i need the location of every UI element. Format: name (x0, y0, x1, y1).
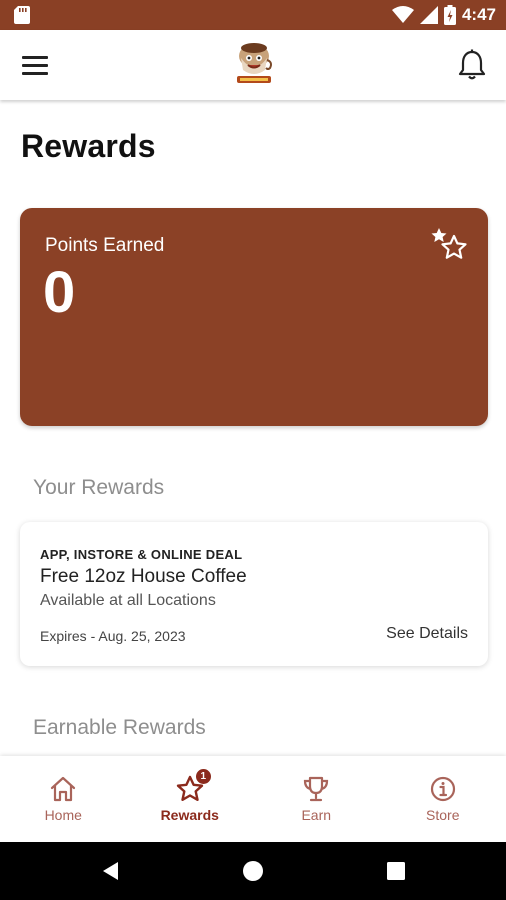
recents-square-icon[interactable] (385, 860, 407, 882)
status-time: 4:47 (461, 5, 496, 24)
hamburger-menu-icon[interactable] (18, 50, 52, 80)
bell-icon[interactable] (456, 48, 488, 82)
reward-name: Free 12oz House Coffee (40, 566, 247, 587)
coffee-mascot-logo[interactable] (227, 36, 281, 90)
sd-card-icon (14, 6, 30, 24)
points-card: Points Earned 0 (20, 208, 488, 426)
nav-item-rewards[interactable]: 1 Rewards (127, 756, 254, 842)
nav-label-earn: Earn (301, 807, 332, 823)
see-details-link[interactable]: See Details (386, 625, 468, 643)
reward-description: Available at all Locations (40, 592, 216, 609)
trophy-icon (304, 776, 329, 802)
app-bar (0, 30, 506, 100)
signal-icon (419, 6, 438, 24)
stars-icon (431, 228, 467, 259)
reward-tag: APP, INSTORE & ONLINE DEAL (40, 547, 243, 562)
nav-item-earn[interactable]: Earn (253, 756, 380, 842)
home-circle-icon[interactable] (242, 860, 264, 882)
system-nav-bar (0, 842, 506, 900)
nav-item-home[interactable]: Home (0, 756, 127, 842)
nav-item-store[interactable]: Store (380, 756, 506, 842)
bottom-nav: Home 1 Rewards Earn Store (0, 756, 506, 842)
home-icon (51, 776, 76, 802)
nav-label-store: Store (426, 807, 460, 823)
points-value: 0 (43, 260, 76, 325)
page-title: Rewards (21, 128, 156, 164)
rewards-badge: 1 (195, 769, 211, 784)
status-bar: 4:47 (0, 0, 506, 30)
nav-label-home: Home (44, 807, 82, 823)
reward-card[interactable]: APP, INSTORE & ONLINE DEAL Free 12oz Hou… (20, 522, 488, 666)
wifi-icon (391, 6, 414, 23)
info-icon (430, 776, 455, 802)
earnable-rewards-heading: Earnable Rewards (33, 716, 206, 739)
battery-icon (443, 5, 456, 25)
reward-expiration: Expires - Aug. 25, 2023 (40, 628, 186, 644)
nav-label-rewards: Rewards (160, 807, 219, 823)
back-icon[interactable] (100, 860, 122, 882)
points-label: Points Earned (45, 235, 165, 256)
your-rewards-heading: Your Rewards (33, 476, 165, 499)
